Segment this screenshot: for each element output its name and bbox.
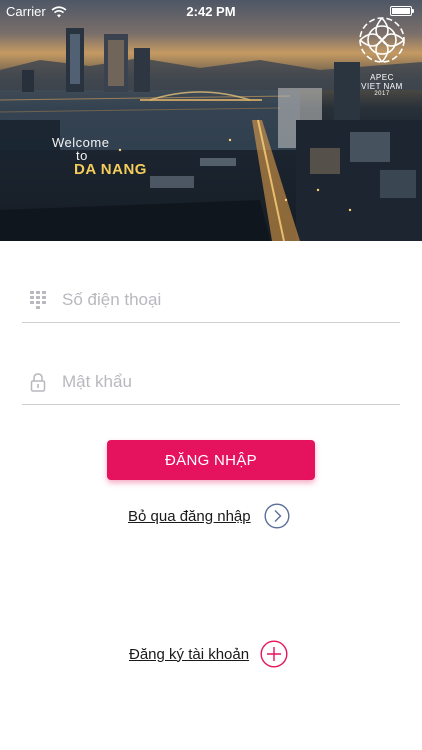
lock-icon [30, 373, 46, 392]
plus-circle-icon[interactable] [260, 640, 288, 668]
password-field [22, 364, 400, 405]
welcome-city: DA NANG [74, 161, 147, 178]
skip-login-label: Bỏ qua đăng nhập [128, 507, 251, 525]
status-bar: Carrier 2:42 PM [0, 0, 422, 22]
status-time: 2:42 PM [186, 4, 236, 19]
register-link[interactable]: Đăng ký tài khoản [129, 639, 288, 669]
apec-logo: APEC VIET NAM 2017 [352, 12, 412, 100]
apec-year: 2017 [374, 91, 390, 97]
login-button[interactable]: ĐĂNG NHẬP [107, 440, 315, 480]
hero-banner: Welcome to DA NANG APEC VIET NAM 2017 [0, 0, 422, 241]
apec-country: VIET NAM [361, 82, 403, 91]
chevron-right-circle-icon[interactable] [264, 503, 290, 529]
keypad-icon [30, 291, 46, 309]
phone-field [22, 282, 400, 323]
password-input[interactable] [62, 368, 382, 396]
phone-input[interactable] [62, 286, 382, 314]
skip-login-link[interactable]: Bỏ qua đăng nhập [128, 501, 290, 531]
apec-label: APEC [370, 73, 394, 82]
register-label: Đăng ký tài khoản [129, 645, 250, 663]
welcome-text: Welcome to DA NANG [52, 136, 147, 178]
battery-icon [390, 6, 414, 16]
